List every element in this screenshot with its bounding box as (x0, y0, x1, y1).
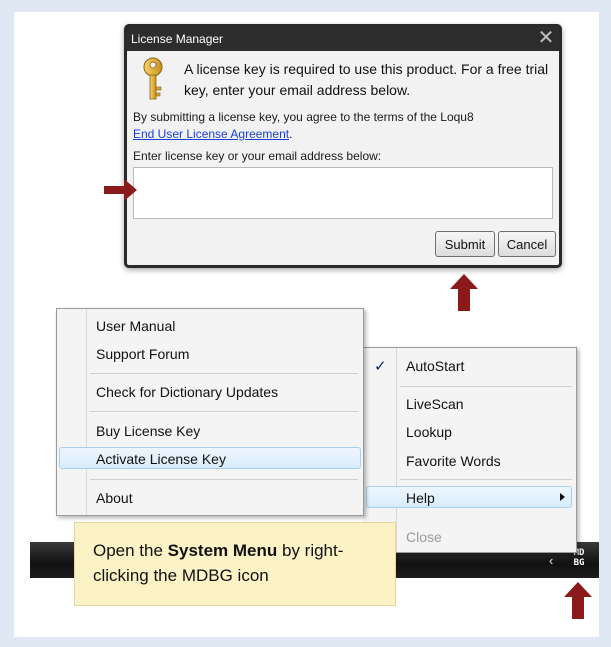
up-arrow-icon (450, 274, 478, 311)
license-required-message: A license key is required to use this pr… (184, 61, 549, 98)
eula-suffix: . (289, 127, 293, 141)
dialog-title: License Manager (131, 32, 224, 46)
close-icon[interactable]: ✕ (535, 27, 557, 51)
menu-item-close[interactable]: Close (406, 526, 572, 548)
menu-item-user-manual[interactable]: User Manual (96, 315, 356, 337)
menu-separator (400, 479, 572, 480)
check-icon: ✓ (374, 358, 387, 375)
menu-item-buy-license-key[interactable]: Buy License Key (96, 420, 356, 442)
license-key-input[interactable] (133, 167, 553, 219)
menu-item-activate-license-key-label: Activate License Key (96, 451, 226, 467)
menu-separator (90, 411, 358, 412)
menu-gutter (396, 348, 397, 552)
menu-item-favorite-words[interactable]: Favorite Words (406, 450, 572, 472)
menu-item-activate-license-key[interactable]: Activate License Key (59, 447, 361, 469)
menu-item-check-dictionary-updates[interactable]: Check for Dictionary Updates (96, 381, 356, 403)
menu-item-support-forum[interactable]: Support Forum (96, 343, 356, 365)
chevron-left-icon[interactable]: ‹ (549, 553, 553, 568)
menu-separator (400, 386, 572, 387)
help-submenu: User Manual Support Forum Check for Dict… (56, 308, 364, 516)
up-arrow-icon (564, 582, 592, 619)
cancel-button[interactable]: Cancel (498, 231, 556, 257)
menu-gutter (86, 309, 87, 515)
callout-prefix: Open the (93, 541, 168, 560)
submit-button[interactable]: Submit (435, 231, 495, 257)
menu-item-livescan[interactable]: LiveScan (406, 393, 572, 415)
menu-item-lookup[interactable]: Lookup (406, 421, 572, 443)
menu-item-help-label: Help (406, 490, 435, 506)
license-manager-dialog: License Manager ✕ A license key is requi… (124, 24, 562, 268)
dialog-titlebar: License Manager ✕ (127, 27, 559, 51)
key-icon (143, 57, 163, 100)
menu-separator (90, 373, 358, 374)
menu-item-autostart[interactable]: AutoStart (406, 355, 572, 377)
menu-item-help[interactable]: Help (366, 486, 572, 508)
eula-link-text[interactable]: End User License Agreement (133, 127, 289, 141)
menu-separator (90, 479, 358, 480)
callout-text: Open the System Menu by right-clicking t… (93, 538, 393, 588)
license-field-label: Enter license key or your email address … (133, 149, 382, 163)
right-arrow-icon (104, 179, 137, 201)
instruction-callout: Open the System Menu by right-clicking t… (74, 522, 396, 606)
eula-link[interactable]: End User License Agreement. (133, 127, 292, 141)
submenu-arrow-icon (560, 493, 565, 501)
menu-item-about[interactable]: About (96, 487, 356, 509)
terms-text: By submitting a license key, you agree t… (133, 110, 474, 124)
mdbg-icon-line2: BG (573, 558, 585, 568)
callout-bold: System Menu (167, 541, 278, 560)
